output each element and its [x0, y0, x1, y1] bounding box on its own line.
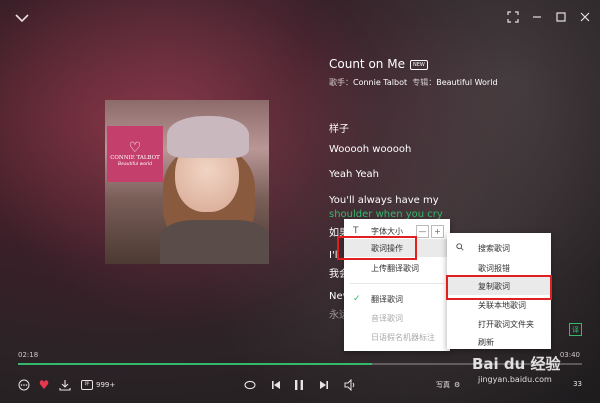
- highlight-box-copy-lyrics: [446, 275, 552, 300]
- minimize-icon[interactable]: [530, 10, 544, 24]
- right-tools: 写真 ⚙: [436, 380, 460, 390]
- album-link[interactable]: Beautiful World: [436, 78, 497, 87]
- phonetic-lyrics-label: 音译歌词: [371, 313, 403, 323]
- current-time: 02:18: [18, 351, 39, 359]
- lyric-line: 样子: [329, 124, 349, 135]
- volume-value: 33: [573, 380, 582, 388]
- lyric-line: Yeah Yeah: [329, 169, 379, 180]
- cover-artist-text: CONNIE TALBOT: [110, 155, 160, 161]
- download-icon[interactable]: [57, 377, 73, 393]
- watermark-url: jingyan.baidu.com: [478, 375, 552, 384]
- search-lyrics-label: 搜索歌词: [478, 243, 510, 253]
- translate-toggle-button[interactable]: 译: [569, 323, 582, 336]
- menu-item-japanese-kana: 日语假名机器标注: [344, 328, 450, 346]
- menu-divider: [350, 283, 444, 284]
- cover-album-text: Beautiful world: [118, 162, 152, 167]
- report-error-label: 歌词报错: [478, 263, 510, 273]
- submenu-item-search-lyrics[interactable]: 搜索歌词: [447, 239, 551, 257]
- submenu-item-refresh[interactable]: 刷新: [447, 333, 551, 351]
- album-cover[interactable]: ♡ CONNIE TALBOT Beautiful world: [105, 100, 269, 264]
- refresh-label: 刷新: [478, 337, 494, 347]
- progress-fill: [18, 363, 372, 365]
- song-title: Count on Me NEW: [329, 57, 428, 71]
- previous-icon[interactable]: [268, 377, 284, 393]
- singer-link[interactable]: Connie Talbot: [353, 78, 407, 87]
- quality-badge: NEW: [409, 59, 428, 70]
- lyric-line: You'll always have my: [329, 195, 439, 206]
- text-size-icon: T: [353, 226, 359, 236]
- chevron-down-icon[interactable]: [14, 10, 30, 26]
- open-folder-label: 打开歌词文件夹: [478, 319, 534, 329]
- font-size-label: 字体大小: [371, 226, 403, 236]
- loop-icon[interactable]: [242, 377, 258, 393]
- highlight-box-lyric-operations: [337, 236, 417, 260]
- pause-icon[interactable]: [291, 377, 307, 393]
- search-icon: [456, 242, 464, 254]
- cover-label: ♡ CONNIE TALBOT Beautiful world: [107, 126, 163, 182]
- photo-button[interactable]: 写真: [436, 380, 450, 390]
- album-label: 专辑：: [412, 78, 437, 87]
- cover-art-coat: [160, 220, 269, 264]
- japanese-kana-label: 日语假名机器标注: [371, 332, 435, 342]
- menu-item-phonetic-lyrics: 音译歌词: [344, 309, 450, 327]
- song-title-text: Count on Me: [329, 57, 405, 71]
- menu-item-upload-translation[interactable]: 上传翻译歌词: [344, 259, 450, 277]
- settings-icon[interactable]: ⚙: [454, 381, 460, 389]
- comments-button[interactable]: 评 999+: [81, 380, 115, 390]
- fullscreen-icon[interactable]: [506, 10, 520, 24]
- volume-icon[interactable]: [342, 377, 358, 393]
- translated-lyrics-label: 翻译歌词: [371, 294, 403, 304]
- more-icon[interactable]: [16, 377, 32, 393]
- font-size-stepper: — +: [416, 224, 444, 238]
- heart-logo-icon: ♡: [128, 140, 142, 156]
- comment-icon: 评: [81, 380, 93, 390]
- checkmark-icon: ✓: [353, 294, 361, 304]
- singer-label: 歌手：: [329, 78, 353, 87]
- heart-icon[interactable]: ♥: [36, 377, 52, 393]
- link-local-label: 关联本地歌词: [478, 300, 526, 310]
- submenu-item-open-folder[interactable]: 打开歌词文件夹: [447, 315, 551, 333]
- next-icon[interactable]: [316, 377, 332, 393]
- font-decrease-button[interactable]: —: [416, 224, 429, 238]
- window-controls: [506, 10, 592, 24]
- watermark-logo: Bai du 经验: [472, 355, 561, 373]
- comments-count: 999+: [96, 381, 116, 389]
- upload-translation-label: 上传翻译歌词: [371, 263, 419, 273]
- close-icon[interactable]: [578, 10, 592, 24]
- top-bar: [0, 0, 600, 36]
- total-time: 03:40: [559, 351, 580, 359]
- lyric-line: Wooooh wooooh: [329, 144, 412, 155]
- menu-item-translated-lyrics[interactable]: ✓ 翻译歌词: [344, 290, 450, 308]
- song-meta: 歌手：Connie Talbot 专辑：Beautiful World: [329, 77, 498, 88]
- font-increase-button[interactable]: +: [431, 224, 444, 238]
- maximize-icon[interactable]: [554, 10, 568, 24]
- cover-art-hat: [167, 116, 249, 158]
